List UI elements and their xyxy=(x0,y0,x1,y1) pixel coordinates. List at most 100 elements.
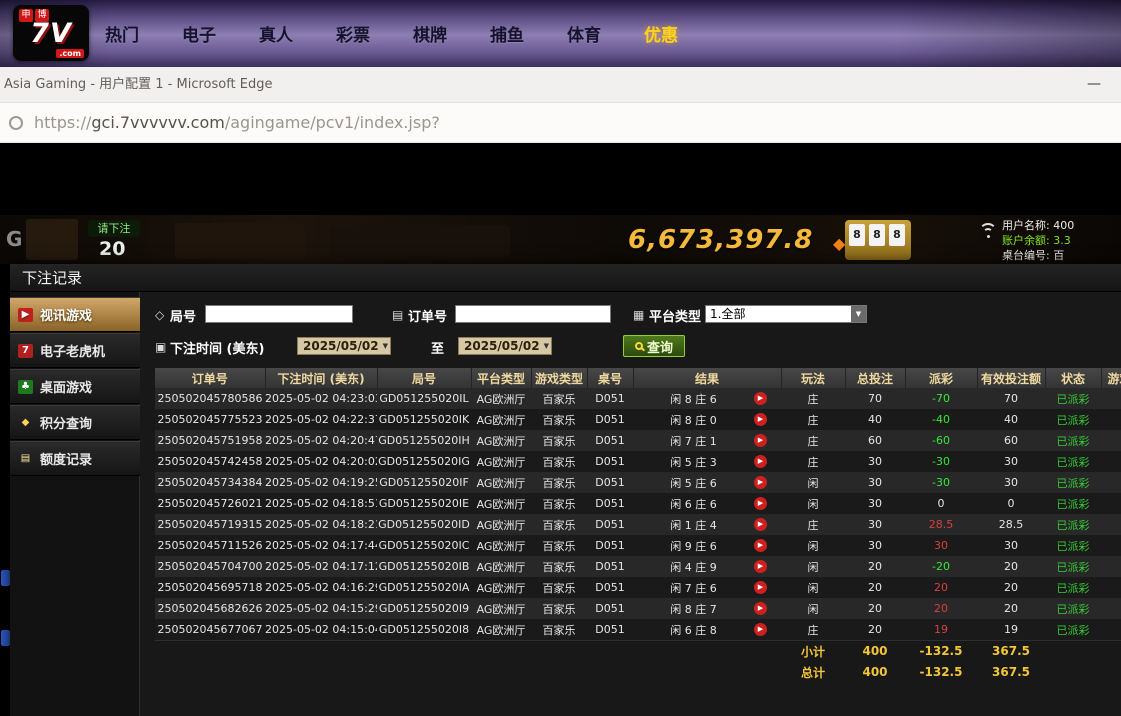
nav-item-2[interactable]: 真人 xyxy=(259,21,293,46)
result-text: 闲 5 庄 3 xyxy=(633,454,754,470)
footer-cell xyxy=(1045,641,1101,662)
cell-time: 2025-05-02 04:22:37 xyxy=(265,409,377,430)
sidebar-item-0[interactable]: ▶视讯游戏 xyxy=(10,297,140,332)
platform-type-select[interactable]: 1.全部 ▼ xyxy=(705,305,867,323)
wifi-icon xyxy=(978,223,1000,241)
playing-cards-group: 888 xyxy=(845,220,911,260)
cell-play: 庄 xyxy=(781,409,845,430)
diamond-icon: ◆ xyxy=(833,234,845,253)
result-text: 闲 8 庄 6 xyxy=(633,391,754,407)
cell-round: GD051255020IC xyxy=(377,535,471,556)
cell-game: 百家乐 xyxy=(531,409,587,430)
replay-play-icon[interactable]: ▶ xyxy=(754,602,767,615)
browser-urlbar[interactable]: https://gci.7vvvvvv.com/agingame/pcv1/in… xyxy=(0,103,1121,143)
replay-play-icon[interactable]: ▶ xyxy=(754,392,767,405)
cell-play: 闲 xyxy=(781,493,845,514)
cell-payout: -60 xyxy=(905,430,977,451)
cell-extra xyxy=(1101,409,1121,430)
cell-order: 250502045695718 xyxy=(155,577,265,598)
result-text: 闲 7 庄 1 xyxy=(633,433,754,449)
cell-status: 已派彩 xyxy=(1045,409,1101,430)
cell-status: 已派彩 xyxy=(1045,619,1101,641)
nav-item-3[interactable]: 彩票 xyxy=(336,21,370,46)
sidebar-item-label: 桌面游戏 xyxy=(40,377,92,396)
order-number-icon: ▤ xyxy=(392,308,403,322)
cell-play: 闲 xyxy=(781,556,845,577)
cell-round: GD051255020IG xyxy=(377,451,471,472)
cell-round: GD051255020IH xyxy=(377,430,471,451)
footer-cell xyxy=(633,641,781,662)
cell-valid: 60 xyxy=(977,430,1045,451)
sidebar-item-3[interactable]: ◆积分查询 xyxy=(10,405,140,440)
sidebar-item-1[interactable]: 7电子老虎机 xyxy=(10,333,140,368)
result-text: 闲 1 庄 4 xyxy=(633,517,754,533)
cell-platform: AG欧洲厅 xyxy=(471,514,531,535)
nav-item-4[interactable]: 棋牌 xyxy=(413,21,447,46)
sidebar-item-4[interactable]: ▤额度记录 xyxy=(10,441,140,476)
result-cell: 闲 1 庄 4▶ xyxy=(633,514,781,535)
nav-item-5[interactable]: 捕鱼 xyxy=(490,21,524,46)
round-number-input[interactable] xyxy=(205,305,353,323)
footer-cell xyxy=(1101,641,1121,662)
cell-result: 闲 4 庄 9▶ xyxy=(633,556,781,577)
date-to-select[interactable]: 2025/05/02 ▼ xyxy=(458,337,552,355)
footer-cell xyxy=(633,662,781,683)
browser-titlebar: Asia Gaming - 用户配置 1 - Microsoft Edge — xyxy=(0,67,1121,103)
replay-play-icon[interactable]: ▶ xyxy=(754,518,767,531)
bet-time-label: 下注时间 (美东) xyxy=(170,338,264,357)
cell-bet: 30 xyxy=(845,514,905,535)
cell-status: 已派彩 xyxy=(1045,430,1101,451)
table-row: 2505020457193152025-05-02 04:18:21GD0512… xyxy=(155,514,1121,535)
url-text[interactable]: https://gci.7vvvvvv.com/agingame/pcv1/in… xyxy=(34,103,440,142)
cell-result: 闲 6 庄 8▶ xyxy=(633,619,781,641)
nav-item-7[interactable]: 优惠 xyxy=(644,21,678,46)
nav-item-1[interactable]: 电子 xyxy=(182,21,216,46)
replay-play-icon[interactable]: ▶ xyxy=(754,413,767,426)
table-games-icon: ♣ xyxy=(18,380,33,394)
credit-records-icon: ▤ xyxy=(18,452,33,466)
footer-cell: 400 xyxy=(845,662,905,683)
result-cell: 闲 8 庄 0▶ xyxy=(633,409,781,430)
cell-round: GD051255020IB xyxy=(377,556,471,577)
cell-time: 2025-05-02 04:15:29 xyxy=(265,598,377,619)
slot-machine-icon: 7 xyxy=(18,344,33,358)
result-cell: 闲 6 庄 8▶ xyxy=(633,619,781,640)
cell-round: GD051255020IA xyxy=(377,577,471,598)
cell-platform: AG欧洲厅 xyxy=(471,619,531,641)
footer-label: 小计 xyxy=(781,641,845,662)
cell-result: 闲 5 庄 6▶ xyxy=(633,472,781,493)
magnifier-icon xyxy=(635,342,643,350)
sidebar-item-2[interactable]: ♣ 桌面游戏 xyxy=(10,369,140,404)
order-number-input[interactable] xyxy=(455,305,611,323)
site-logo[interactable]: 申 博 7V .com xyxy=(13,5,89,61)
table-header-row: 订单号下注时间 (美东)局号平台类型游戏类型桌号结果玩法总投注派彩有效投注额状态… xyxy=(155,368,1121,388)
replay-play-icon[interactable]: ▶ xyxy=(754,581,767,594)
cell-bet: 40 xyxy=(845,409,905,430)
cell-platform: AG欧洲厅 xyxy=(471,577,531,598)
nav-item-0[interactable]: 热门 xyxy=(105,21,139,46)
replay-play-icon[interactable]: ▶ xyxy=(754,623,767,636)
minimize-button[interactable]: — xyxy=(1079,67,1109,101)
replay-play-icon[interactable]: ▶ xyxy=(754,476,767,489)
replay-play-icon[interactable]: ▶ xyxy=(754,434,767,447)
replay-play-icon[interactable]: ▶ xyxy=(754,497,767,510)
cell-valid: 20 xyxy=(977,598,1045,619)
page-info-icon[interactable] xyxy=(9,116,23,130)
cell-time: 2025-05-02 04:20:47 xyxy=(265,430,377,451)
replay-play-icon[interactable]: ▶ xyxy=(754,539,767,552)
table-row: 2505020457047002025-05-02 04:17:12GD0512… xyxy=(155,556,1121,577)
replay-play-icon[interactable]: ▶ xyxy=(754,560,767,573)
search-button[interactable]: 查询 xyxy=(623,335,685,357)
nav-item-6[interactable]: 体育 xyxy=(567,21,601,46)
date-from-select[interactable]: 2025/05/02 ▼ xyxy=(297,337,391,355)
cell-table: D051 xyxy=(587,619,633,641)
column-header-9: 派彩 xyxy=(905,368,977,388)
cell-round: GD051255020IE xyxy=(377,493,471,514)
cell-order: 250502045726021 xyxy=(155,493,265,514)
cell-result: 闲 8 庄 7▶ xyxy=(633,598,781,619)
cell-game: 百家乐 xyxy=(531,556,587,577)
replay-play-icon[interactable]: ▶ xyxy=(754,455,767,468)
round-number-label: 局号 xyxy=(170,306,196,325)
cell-status: 已派彩 xyxy=(1045,577,1101,598)
cell-order: 250502045775523 xyxy=(155,409,265,430)
